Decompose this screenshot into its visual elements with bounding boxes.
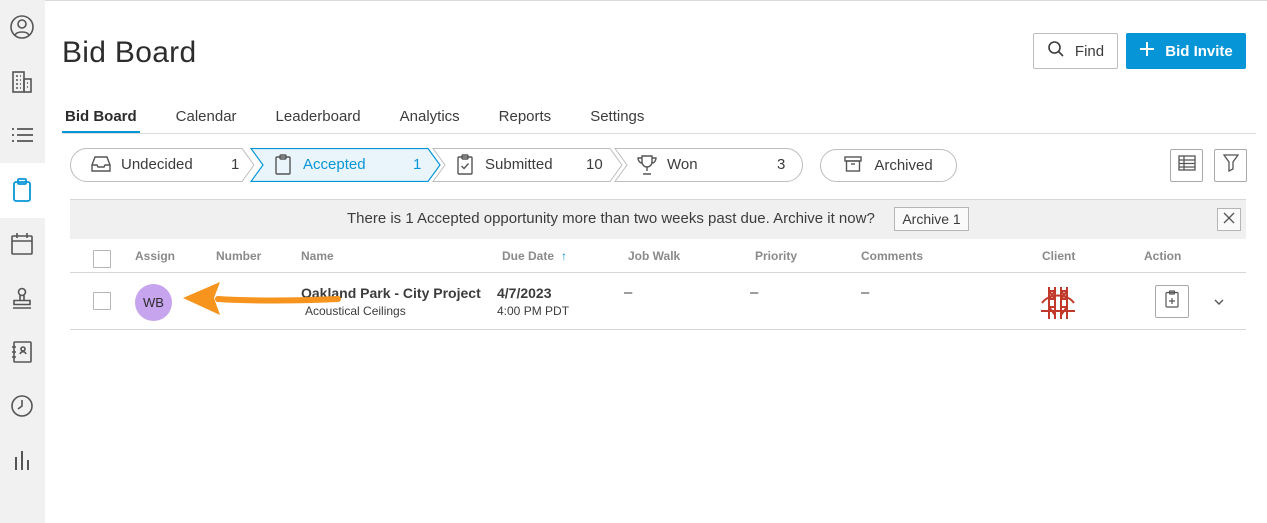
clock-icon[interactable] <box>6 390 38 422</box>
annotation-arrow-icon <box>178 279 343 326</box>
tab-divider <box>62 133 1256 134</box>
pipeline-accepted-label: Accepted <box>303 156 366 173</box>
pipeline-accepted-count: 1 <box>413 156 422 173</box>
row-divider <box>70 329 1246 330</box>
find-label: Find <box>1074 42 1105 60</box>
col-header-action: Action <box>1144 249 1182 263</box>
address-book-icon[interactable] <box>6 336 38 368</box>
accept-action-button[interactable] <box>1155 285 1189 318</box>
col-header-job-walk[interactable]: Job Walk <box>628 249 680 263</box>
header-divider <box>70 272 1246 273</box>
client-logo-bridge-icon <box>1040 283 1076 326</box>
page-title: Bid Board <box>62 36 197 69</box>
search-icon <box>1047 40 1065 62</box>
tab-leaderboard[interactable]: Leaderboard <box>273 108 364 134</box>
pipeline-step-won[interactable]: Won 3 <box>614 148 804 182</box>
pipeline-step-submitted[interactable]: Submitted 10 <box>432 148 624 182</box>
pipeline-undecided-count: 1 <box>231 156 240 173</box>
building-icon[interactable] <box>6 66 38 98</box>
tab-settings[interactable]: Settings <box>587 108 647 134</box>
banner-close-button[interactable] <box>1217 208 1241 231</box>
archive-box-icon <box>844 155 863 176</box>
pipeline-step-accepted[interactable]: Accepted 1 <box>250 148 442 182</box>
tab-bid-board[interactable]: Bid Board <box>62 108 140 134</box>
pipeline-submitted-label: Submitted <box>485 156 553 173</box>
select-all-checkbox[interactable] <box>93 250 111 268</box>
filter-icon <box>1222 154 1239 177</box>
pipeline-step-undecided[interactable]: Undecided 1 <box>70 148 255 182</box>
bid-invite-label: Bid Invite <box>1165 42 1233 60</box>
calendar-icon[interactable] <box>6 228 38 260</box>
close-icon <box>1223 211 1235 229</box>
table-grid-icon <box>1177 155 1196 176</box>
filter-button[interactable] <box>1214 149 1247 182</box>
priority-value: – <box>750 284 759 301</box>
row-checkbox[interactable] <box>93 292 111 310</box>
stamp-icon[interactable] <box>6 283 38 315</box>
archived-label: Archived <box>874 157 933 174</box>
pipeline-won-count: 3 <box>777 156 786 173</box>
avatar[interactable]: WB <box>135 284 172 321</box>
find-button[interactable]: Find <box>1033 33 1118 69</box>
archived-button[interactable]: Archived <box>820 149 957 182</box>
clipboard-plus-icon <box>1165 290 1179 313</box>
archive-now-button[interactable]: Archive 1 <box>894 207 969 231</box>
pipeline-undecided-label: Undecided <box>121 156 193 173</box>
col-header-number[interactable]: Number <box>216 249 261 263</box>
tab-analytics[interactable]: Analytics <box>397 108 463 134</box>
profile-icon[interactable] <box>6 11 38 43</box>
col-header-priority[interactable]: Priority <box>755 249 797 263</box>
col-header-comments[interactable]: Comments <box>861 249 923 263</box>
pipeline-submitted-count: 10 <box>586 156 603 173</box>
pipeline-won-label: Won <box>667 156 698 173</box>
due-date: 4/7/2023 <box>497 285 552 301</box>
bar-chart-icon[interactable] <box>6 444 38 476</box>
chevron-down-icon[interactable] <box>1213 294 1225 312</box>
job-walk-value: – <box>624 284 633 301</box>
col-header-due-date[interactable]: Due Date <box>502 249 554 263</box>
tab-bar: Bid Board Calendar Leaderboard Analytics… <box>62 108 680 134</box>
left-nav-rail <box>0 0 45 523</box>
due-time: 4:00 PM PDT <box>497 304 570 318</box>
banner-message: There is 1 Accepted opportunity more tha… <box>347 210 875 227</box>
col-header-name[interactable]: Name <box>301 249 334 263</box>
sort-ascending-icon[interactable]: ↑ <box>561 249 567 263</box>
clipboard-icon[interactable] <box>6 174 38 206</box>
tab-calendar[interactable]: Calendar <box>173 108 240 134</box>
col-header-assign[interactable]: Assign <box>135 249 175 263</box>
bid-invite-button[interactable]: Bid Invite <box>1126 33 1246 69</box>
comments-value: – <box>861 284 870 301</box>
list-icon[interactable] <box>6 120 38 152</box>
table-view-button[interactable] <box>1170 149 1203 182</box>
plus-icon <box>1139 41 1155 61</box>
tab-reports[interactable]: Reports <box>496 108 555 134</box>
col-header-client[interactable]: Client <box>1042 249 1075 263</box>
